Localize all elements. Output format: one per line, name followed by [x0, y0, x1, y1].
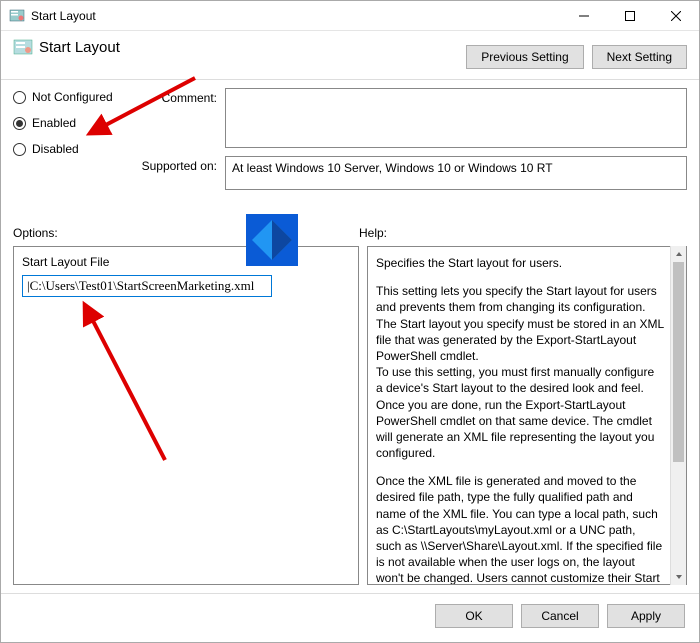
- apply-button[interactable]: Apply: [607, 604, 685, 628]
- close-button[interactable]: [653, 1, 699, 31]
- start-layout-file-label: Start Layout File: [22, 255, 350, 269]
- header: Start Layout Previous Setting Next Setti…: [1, 31, 699, 80]
- dialog-window: Start Layout Start Layout Previous Setti…: [0, 0, 700, 643]
- comment-label: Comment:: [135, 88, 225, 148]
- logo-overlay-icon: [246, 214, 298, 266]
- help-text: This setting lets you specify the Start …: [376, 283, 664, 364]
- ok-button[interactable]: OK: [435, 604, 513, 628]
- supported-on-text: At least Windows 10 Server, Windows 10 o…: [225, 156, 687, 190]
- policy-header-icon: [13, 37, 33, 57]
- options-panel: Start Layout File: [13, 246, 359, 585]
- config-row: Not Configured Enabled Disabled Comment:…: [1, 80, 699, 198]
- help-text: Specifies the Start layout for users.: [376, 255, 664, 271]
- help-panel: Specifies the Start layout for users. Th…: [367, 246, 687, 585]
- minimize-button[interactable]: [561, 1, 607, 31]
- policy-icon: [9, 8, 25, 24]
- start-layout-file-input[interactable]: [22, 275, 272, 297]
- radio-disabled[interactable]: Disabled: [13, 142, 123, 156]
- scroll-thumb[interactable]: [673, 262, 684, 462]
- footer: OK Cancel Apply: [1, 593, 699, 642]
- supported-label: Supported on:: [135, 156, 225, 190]
- previous-setting-button[interactable]: Previous Setting: [466, 45, 583, 69]
- options-label: Options:: [13, 226, 359, 240]
- scroll-up-button[interactable]: [671, 246, 686, 262]
- titlebar: Start Layout: [1, 1, 699, 31]
- radio-not-configured[interactable]: Not Configured: [13, 90, 123, 104]
- radio-label: Disabled: [32, 142, 79, 156]
- cancel-button[interactable]: Cancel: [521, 604, 599, 628]
- scroll-down-button[interactable]: [671, 569, 686, 585]
- radio-enabled[interactable]: Enabled: [13, 116, 123, 130]
- window-title: Start Layout: [31, 9, 561, 23]
- section-labels: Options: Help:: [1, 198, 699, 246]
- maximize-button[interactable]: [607, 1, 653, 31]
- help-text: To use this setting, you must first manu…: [376, 364, 664, 461]
- help-text: Once the XML file is generated and moved…: [376, 473, 664, 585]
- help-label: Help:: [359, 226, 687, 240]
- panels: Start Layout File Specifies the Start la…: [1, 246, 699, 585]
- help-scrollbar[interactable]: [670, 246, 686, 585]
- header-title: Start Layout: [39, 39, 120, 56]
- radio-label: Enabled: [32, 116, 76, 130]
- state-radio-group: Not Configured Enabled Disabled: [13, 88, 123, 198]
- comment-textarea[interactable]: [225, 88, 687, 148]
- next-setting-button[interactable]: Next Setting: [592, 45, 687, 69]
- radio-label: Not Configured: [32, 90, 113, 104]
